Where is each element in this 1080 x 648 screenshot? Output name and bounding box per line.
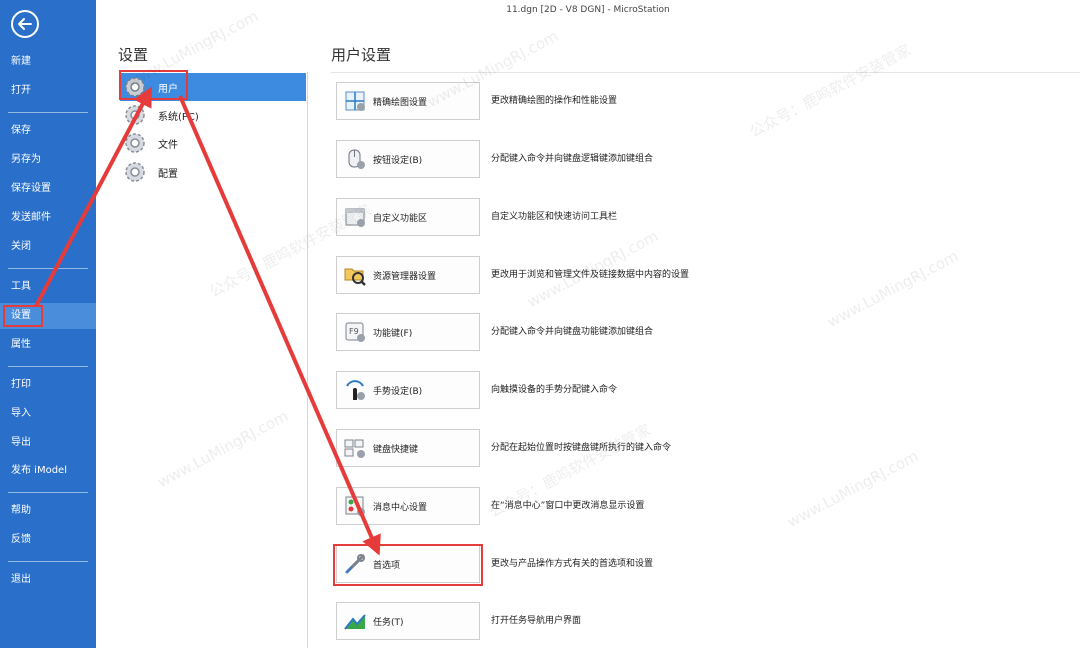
nav-properties[interactable]: 属性 <box>0 332 96 358</box>
nav-divider <box>8 268 88 269</box>
annotation-box-preferences <box>333 544 483 586</box>
nav-close[interactable]: 关闭 <box>0 234 96 260</box>
setting-row-function-keys: F9 功能键(F) 分配键入命令并向键盘功能键添加键组合 <box>336 313 1056 351</box>
category-label: 文件 <box>158 139 178 151</box>
gesture-icon <box>346 380 365 400</box>
gear-icon <box>125 162 145 182</box>
category-label: 系统(PC) <box>158 111 199 123</box>
function-key-icon: F9 <box>345 322 365 342</box>
tasks-icon <box>344 614 366 630</box>
setting-label: 手势设定(B) <box>373 386 423 397</box>
gestures-button[interactable]: 手势设定(B) <box>336 371 480 409</box>
panel-divider <box>331 72 1080 73</box>
setting-row-customize-ribbon: 自定义功能区 自定义功能区和快速访问工具栏 <box>336 198 1056 236</box>
button-assignments-button[interactable]: 按钮设定(B) <box>336 140 480 178</box>
nav-divider <box>8 366 88 367</box>
setting-description: 打开任务导航用户界面 <box>491 616 582 626</box>
nav-help[interactable]: 帮助 <box>0 498 96 524</box>
nav-tools[interactable]: 工具 <box>0 274 96 300</box>
nav-print[interactable]: 打印 <box>0 372 96 398</box>
setting-description: 更改与产品操作方式有关的首选项和设置 <box>491 559 654 569</box>
setting-label: 精确绘图设置 <box>373 97 428 108</box>
accudraw-settings-button[interactable]: 精确绘图设置 <box>336 82 480 120</box>
setting-label: 资源管理器设置 <box>373 271 437 282</box>
user-settings-heading: 用户设置 <box>331 46 392 64</box>
setting-row-tasks: 任务(T) 打开任务导航用户界面 <box>336 602 1056 640</box>
svg-text:F9: F9 <box>349 327 359 336</box>
ribbon-icon <box>345 208 365 227</box>
explorer-settings-button[interactable]: 资源管理器设置 <box>336 256 480 294</box>
window-title: 11.dgn [2D - V8 DGN] - MicroStation <box>506 5 670 15</box>
annotation-box-settings-nav <box>3 305 43 327</box>
tasks-button[interactable]: 任务(T) <box>336 602 480 640</box>
category-label: 配置 <box>158 168 178 180</box>
category-system[interactable]: 系统(PC) <box>120 101 306 129</box>
message-center-icon <box>345 496 365 516</box>
setting-label: 自定义功能区 <box>373 213 428 224</box>
nav-save-as[interactable]: 另存为 <box>0 147 96 173</box>
back-button[interactable] <box>11 10 39 38</box>
nav-divider <box>8 561 88 562</box>
gear-icon <box>125 105 145 125</box>
setting-row-gestures: 手势设定(B) 向触摸设备的手势分配键入命令 <box>336 371 1056 409</box>
category-file[interactable]: 文件 <box>120 129 306 157</box>
setting-description: 分配键入命令并向键盘逻辑键添加键组合 <box>491 154 654 164</box>
nav-open[interactable]: 打开 <box>0 78 96 104</box>
function-keys-button[interactable]: F9 功能键(F) <box>336 313 480 351</box>
nav-feedback[interactable]: 反馈 <box>0 527 96 553</box>
category-configuration[interactable]: 配置 <box>120 158 306 186</box>
nav-import[interactable]: 导入 <box>0 401 96 427</box>
nav-send-mail[interactable]: 发送邮件 <box>0 205 96 231</box>
keyboard-icon <box>344 439 365 458</box>
customize-ribbon-button[interactable]: 自定义功能区 <box>336 198 480 236</box>
settings-category-list: 用户 系统(PC) 文件 配置 <box>118 72 308 648</box>
nav-save[interactable]: 保存 <box>0 118 96 144</box>
setting-label: 任务(T) <box>373 617 404 628</box>
setting-row-keyboard-shortcuts: 键盘快捷键 分配在起始位置时按键盘键所执行的键入命令 <box>336 429 1056 467</box>
accudraw-icon <box>345 91 365 111</box>
setting-description: 更改用于浏览和管理文件及链接数据中内容的设置 <box>491 270 690 280</box>
arrow-left-icon <box>18 18 32 30</box>
setting-description: 自定义功能区和快速访问工具栏 <box>491 212 618 222</box>
nav-divider <box>8 492 88 493</box>
message-center-settings-button[interactable]: 消息中心设置 <box>336 487 480 525</box>
setting-label: 消息中心设置 <box>373 502 428 513</box>
setting-description: 分配键入命令并向键盘功能键添加键组合 <box>491 327 654 337</box>
nav-publish-imodel[interactable]: 发布 iModel <box>0 458 96 484</box>
nav-divider <box>8 112 88 113</box>
setting-description: 更改精确绘图的操作和性能设置 <box>491 96 618 106</box>
setting-row-explorer: 资源管理器设置 更改用于浏览和管理文件及链接数据中内容的设置 <box>336 256 1056 294</box>
setting-description: 在“消息中心”窗口中更改消息显示设置 <box>491 501 645 511</box>
keyboard-shortcuts-button[interactable]: 键盘快捷键 <box>336 429 480 467</box>
explorer-icon <box>344 268 366 286</box>
setting-label: 键盘快捷键 <box>373 444 419 455</box>
setting-row-accudraw: 精确绘图设置 更改精确绘图的操作和性能设置 <box>336 82 1056 120</box>
setting-label: 按钮设定(B) <box>373 155 423 166</box>
settings-heading: 设置 <box>118 46 149 64</box>
nav-export[interactable]: 导出 <box>0 430 96 456</box>
nav-exit[interactable]: 退出 <box>0 567 96 593</box>
nav-new[interactable]: 新建 <box>0 49 96 75</box>
setting-description: 分配在起始位置时按键盘键所执行的键入命令 <box>491 443 672 453</box>
setting-row-message-center: 消息中心设置 在“消息中心”窗口中更改消息显示设置 <box>336 487 1056 525</box>
annotation-box-user-category <box>119 70 188 100</box>
nav-save-settings[interactable]: 保存设置 <box>0 176 96 202</box>
mouse-icon <box>348 149 365 169</box>
gear-icon <box>125 133 145 153</box>
setting-description: 向触摸设备的手势分配键入命令 <box>491 385 618 395</box>
setting-row-button-assignments: 按钮设定(B) 分配键入命令并向键盘逻辑键添加键组合 <box>336 140 1056 178</box>
setting-label: 功能键(F) <box>373 328 413 339</box>
